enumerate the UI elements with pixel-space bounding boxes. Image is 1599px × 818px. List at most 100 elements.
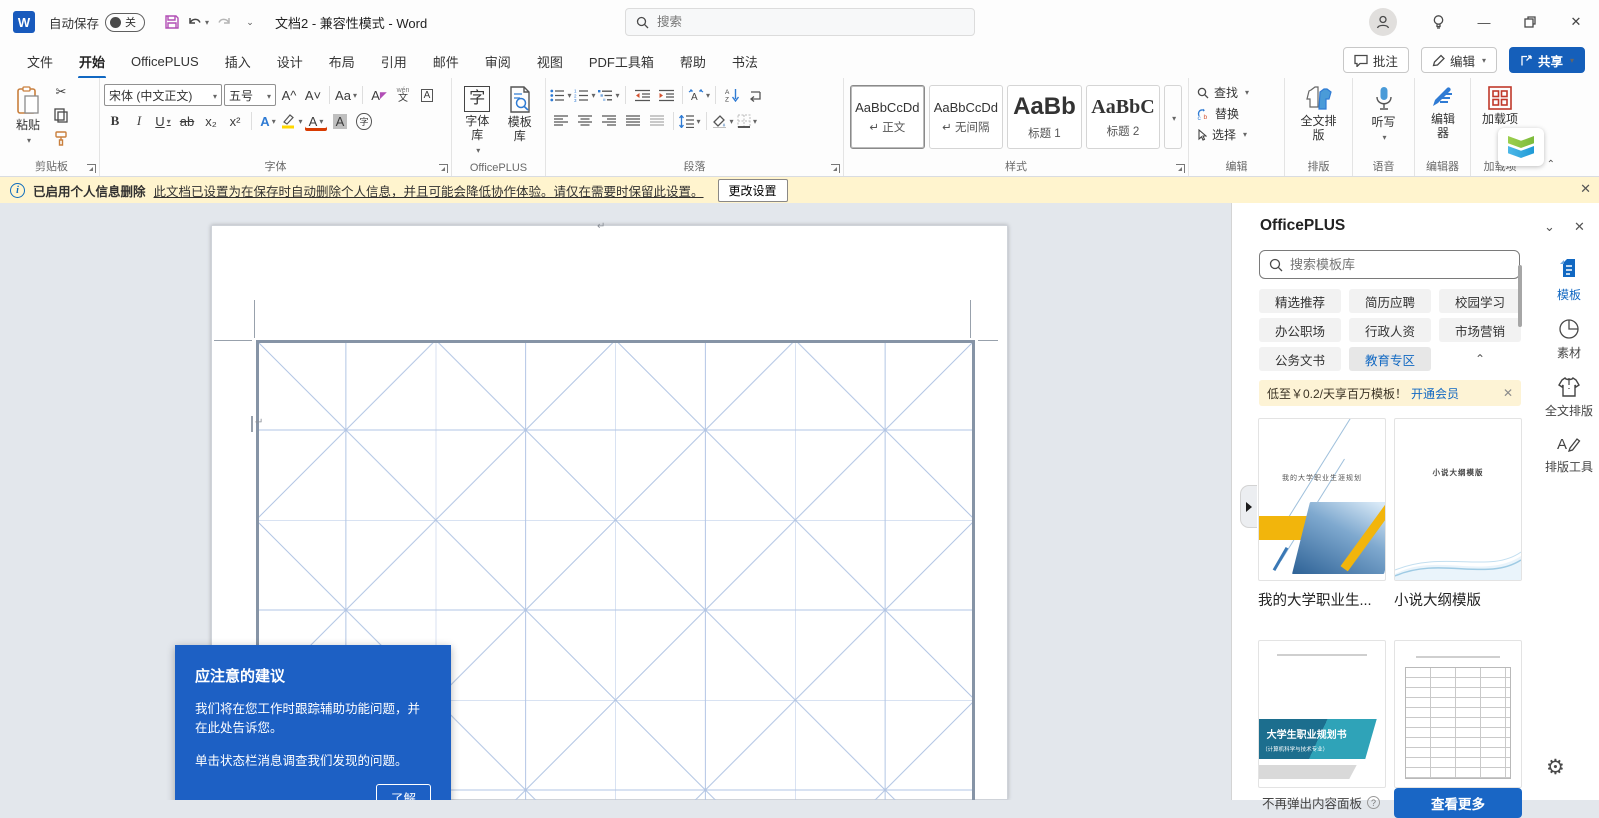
shading-button[interactable] bbox=[712, 111, 734, 131]
distribute-button[interactable] bbox=[646, 111, 668, 131]
text-effects-button[interactable]: A bbox=[257, 111, 279, 131]
template-card-evaluation-table[interactable] bbox=[1394, 640, 1522, 788]
pane-scrollbar[interactable] bbox=[1518, 265, 1522, 327]
clipboard-dialog-launcher[interactable] bbox=[87, 164, 96, 173]
tab-review[interactable]: 审阅 bbox=[472, 45, 524, 78]
chip-resume[interactable]: 简历应聘 bbox=[1349, 289, 1431, 313]
tab-view[interactable]: 视图 bbox=[524, 45, 576, 78]
minimize-button[interactable]: — bbox=[1461, 0, 1507, 44]
search-input[interactable] bbox=[657, 15, 937, 29]
line-spacing-button[interactable] bbox=[679, 111, 701, 131]
font-family-combo[interactable]: 宋体 (中文正文) bbox=[104, 84, 222, 106]
full-text-layout-button[interactable]: 全文排版 bbox=[1289, 82, 1348, 147]
dictate-button[interactable]: 听写 bbox=[1357, 82, 1410, 146]
dismiss-panel-option[interactable]: 不再弹出内容面板 ? bbox=[1262, 793, 1380, 812]
tab-officeplus[interactable]: OfficePLUS bbox=[118, 47, 212, 76]
close-window-button[interactable]: ✕ bbox=[1553, 0, 1599, 44]
cut-button[interactable]: ✂ bbox=[50, 82, 72, 102]
pane-collapse-handle[interactable] bbox=[1240, 485, 1257, 528]
comments-button[interactable]: 批注 bbox=[1343, 47, 1409, 73]
change-settings-button[interactable]: 更改设置 bbox=[718, 179, 788, 202]
template-search-box[interactable] bbox=[1259, 250, 1520, 279]
search-box[interactable] bbox=[625, 8, 975, 36]
autosave-toggle[interactable]: 关 bbox=[105, 13, 145, 32]
italic-button[interactable]: I bbox=[128, 111, 150, 131]
tab-insert[interactable]: 插入 bbox=[212, 45, 264, 78]
numbering-button[interactable]: 123 bbox=[574, 85, 596, 105]
find-button[interactable]: 查找 bbox=[1193, 82, 1280, 103]
bold-button[interactable]: B bbox=[104, 111, 126, 131]
autosave-control[interactable]: 自动保存 关 bbox=[49, 13, 145, 32]
infobar-message[interactable]: 此文档已设置为在保存时自动删除个人信息，并且可能会降低协作体验。请仅在需要时保留… bbox=[154, 181, 704, 200]
template-card-career-plan[interactable]: 我的大学职业生涯规划 我的大学职业生... bbox=[1258, 418, 1386, 610]
increase-indent-button[interactable] bbox=[655, 85, 677, 105]
promo-membership-link[interactable]: 开通会员 bbox=[1411, 385, 1459, 402]
share-button[interactable]: 共享 bbox=[1509, 47, 1585, 73]
style-heading2[interactable]: AaBbC 标题 2 bbox=[1086, 85, 1161, 149]
bullets-button[interactable] bbox=[550, 85, 572, 105]
paste-button[interactable]: 粘贴 bbox=[8, 82, 48, 149]
addins-button[interactable]: 加载项 bbox=[1475, 82, 1525, 131]
font-size-combo[interactable]: 五号 bbox=[224, 84, 276, 106]
show-marks-button[interactable] bbox=[745, 85, 767, 105]
redo-button[interactable] bbox=[211, 9, 237, 35]
template-card-novel-outline[interactable]: 小说大纲模版 小说大纲模版 bbox=[1394, 418, 1522, 610]
underline-button[interactable]: U bbox=[152, 111, 174, 131]
template-card-student-career-book[interactable]: 大学生职业规划书 （计算机科学与技术专业） bbox=[1258, 640, 1386, 788]
multilevel-list-button[interactable] bbox=[598, 85, 620, 105]
tab-design[interactable]: 设计 bbox=[264, 45, 316, 78]
template-library-button[interactable]: 模板库 bbox=[499, 82, 542, 159]
restore-button[interactable] bbox=[1507, 0, 1553, 44]
paragraph-dialog-launcher[interactable] bbox=[831, 164, 840, 173]
enclose-characters-button[interactable]: 字 bbox=[353, 111, 375, 131]
floating-snip-tool-icon[interactable] bbox=[1498, 128, 1544, 166]
strikethrough-button[interactable]: ab bbox=[176, 111, 198, 131]
decrease-indent-button[interactable] bbox=[631, 85, 653, 105]
chip-marketing[interactable]: 市场营销 bbox=[1439, 318, 1521, 342]
select-button[interactable]: 选择 bbox=[1193, 124, 1280, 145]
tab-calligraphy[interactable]: 书法 bbox=[719, 45, 771, 78]
quick-access-more-icon[interactable]: ⌄ bbox=[237, 9, 263, 35]
chip-hr[interactable]: 行政人资 bbox=[1349, 318, 1431, 342]
copy-button[interactable] bbox=[50, 105, 72, 125]
collapse-ribbon-icon[interactable]: ⌃ bbox=[1547, 159, 1555, 170]
sort-button[interactable]: AZ bbox=[721, 85, 743, 105]
strip-tab-templates[interactable]: 模板 bbox=[1541, 258, 1597, 303]
editor-button[interactable]: 编辑器 bbox=[1419, 82, 1467, 145]
chip-featured[interactable]: 精选推荐 bbox=[1259, 289, 1341, 313]
infobar-close-icon[interactable]: ✕ bbox=[1580, 181, 1591, 197]
chips-collapse-icon[interactable]: ⌃ bbox=[1439, 347, 1521, 371]
account-avatar[interactable] bbox=[1369, 8, 1397, 36]
see-more-button[interactable]: 查看更多 bbox=[1394, 788, 1522, 818]
pane-chevron-down-icon[interactable]: ⌄ bbox=[1544, 219, 1555, 235]
tab-home[interactable]: 开始 bbox=[66, 45, 118, 78]
style-heading1[interactable]: AaBb 标题 1 bbox=[1007, 85, 1082, 149]
justify-button[interactable] bbox=[622, 111, 644, 131]
chip-office[interactable]: 办公职场 bbox=[1259, 318, 1341, 342]
settings-gear-icon[interactable]: ⚙ bbox=[1546, 755, 1565, 780]
superscript-button[interactable]: x² bbox=[224, 111, 246, 131]
shrink-font-button[interactable]: A˅ bbox=[302, 85, 324, 105]
clear-formatting-button[interactable]: A◤ bbox=[368, 85, 390, 105]
chip-campus[interactable]: 校园学习 bbox=[1439, 289, 1521, 313]
align-center-button[interactable] bbox=[574, 111, 596, 131]
chip-education[interactable]: 教育专区 bbox=[1349, 347, 1431, 371]
styles-dialog-launcher[interactable] bbox=[1176, 164, 1185, 173]
align-left-button[interactable] bbox=[550, 111, 572, 131]
align-right-button[interactable] bbox=[598, 111, 620, 131]
borders-button[interactable] bbox=[736, 111, 758, 131]
subscript-button[interactable]: x₂ bbox=[200, 111, 222, 131]
style-no-spacing[interactable]: AaBbCcDd ↵ 无间隔 bbox=[929, 85, 1004, 149]
highlight-button[interactable] bbox=[281, 111, 303, 131]
tab-references[interactable]: 引用 bbox=[368, 45, 420, 78]
character-shading-button[interactable]: A bbox=[329, 111, 351, 131]
phonetic-guide-button[interactable]: wén 文 bbox=[392, 85, 414, 105]
undo-button[interactable] bbox=[185, 9, 211, 35]
style-normal[interactable]: AaBbCcDd ↵ 正文 bbox=[850, 85, 925, 149]
tab-help[interactable]: 帮助 bbox=[667, 45, 719, 78]
save-icon[interactable] bbox=[159, 9, 185, 35]
replace-button[interactable]: bc 替换 bbox=[1193, 103, 1280, 124]
got-it-button[interactable]: 了解 bbox=[376, 784, 431, 800]
tab-mailings[interactable]: 邮件 bbox=[420, 45, 472, 78]
chip-official[interactable]: 公务文书 bbox=[1259, 347, 1341, 371]
